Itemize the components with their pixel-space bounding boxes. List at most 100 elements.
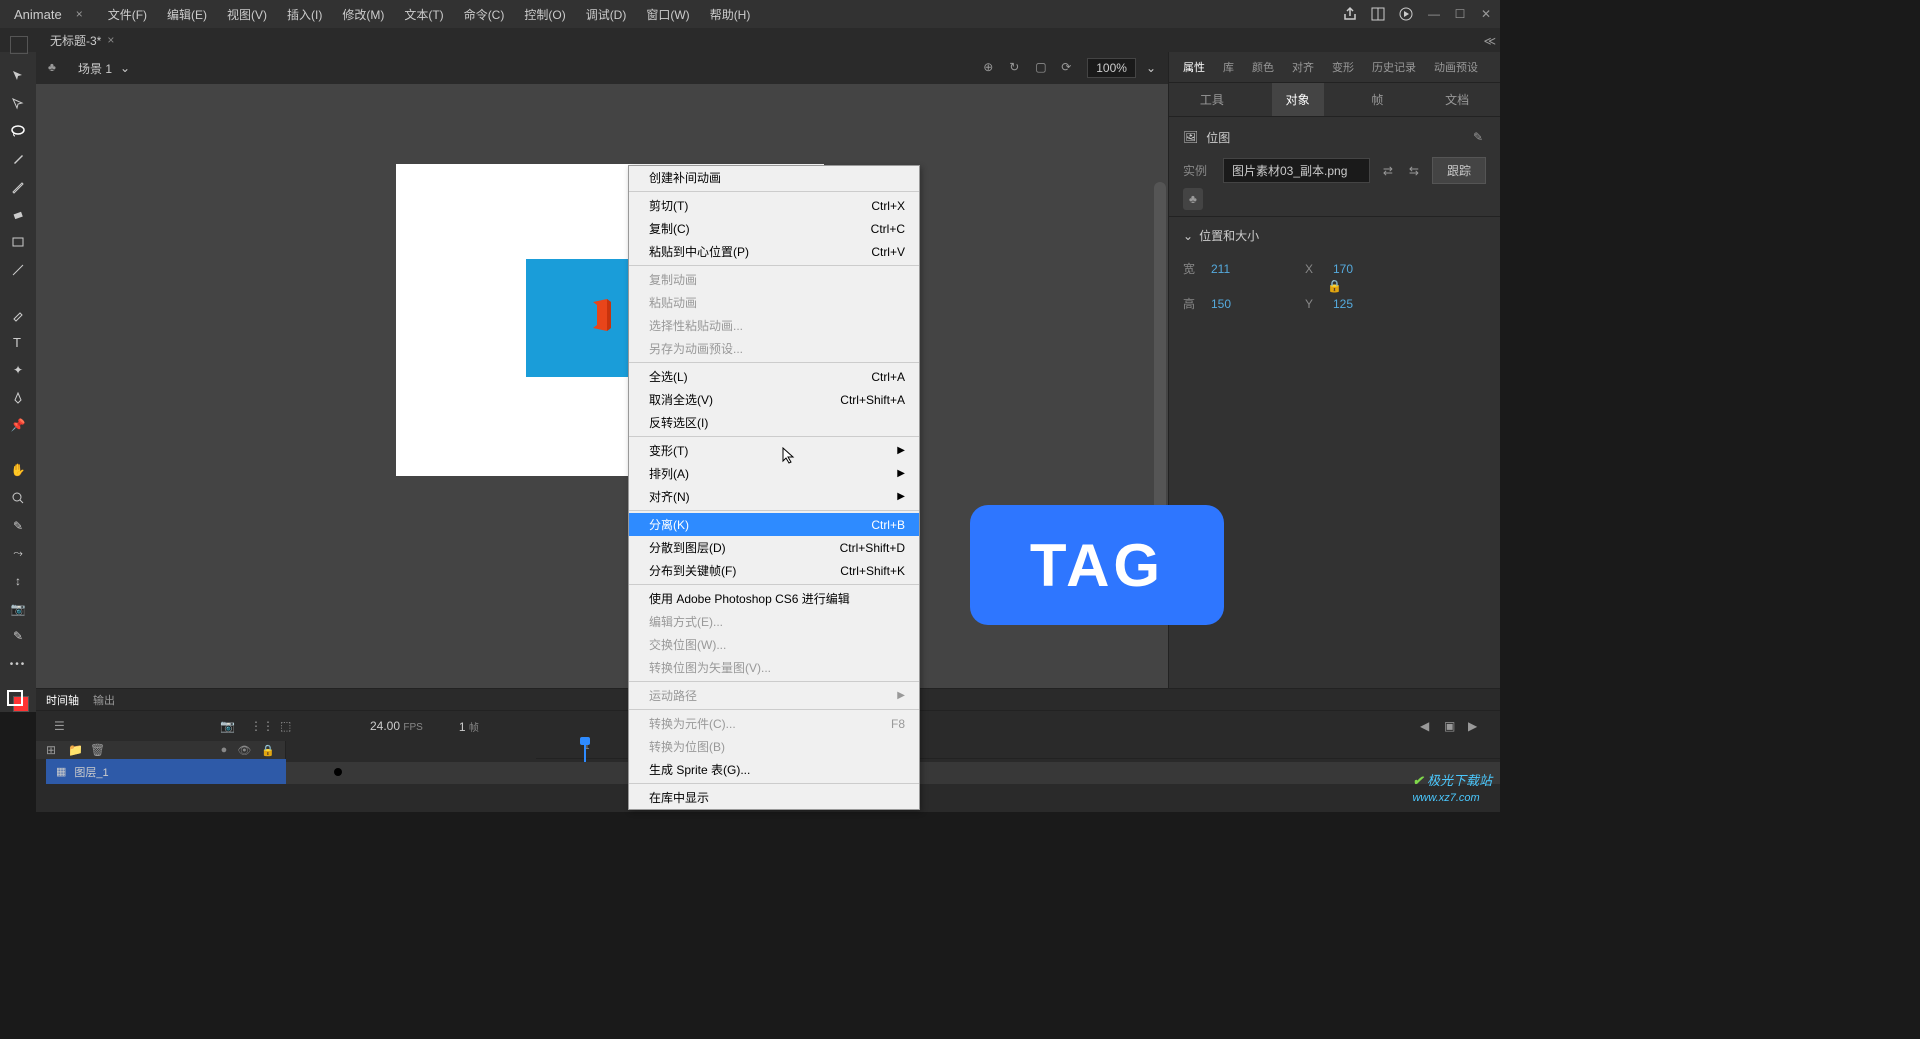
line-tool-icon[interactable] xyxy=(9,262,27,278)
rectangle-tool-icon[interactable] xyxy=(9,234,27,250)
context-menu-item[interactable]: 创建补间动画 xyxy=(629,166,919,189)
menu-view[interactable]: 视图(V) xyxy=(217,0,277,29)
bone-tool-icon[interactable]: ⤳ xyxy=(9,545,27,561)
layer-lock-icon[interactable]: 🔒 xyxy=(261,744,275,757)
more-tools-icon[interactable]: ••• xyxy=(9,656,27,672)
asset-tool-icon[interactable]: ✎ xyxy=(9,629,27,645)
context-menu-item[interactable]: 全选(L)Ctrl+A xyxy=(629,365,919,388)
close-icon[interactable]: ✕ xyxy=(1476,6,1496,22)
paint-tool-icon[interactable]: ✎ xyxy=(9,518,27,534)
subtab-document[interactable]: 文档 xyxy=(1431,83,1483,116)
layer-visibility-icon[interactable]: 👁 xyxy=(237,744,251,757)
context-menu-item[interactable]: 生成 Sprite 表(G)... xyxy=(629,758,919,781)
menu-modify[interactable]: 修改(M) xyxy=(332,0,394,29)
layer-highlight-icon[interactable]: ● xyxy=(221,744,228,757)
add-folder-icon[interactable]: 📁 xyxy=(68,743,82,757)
subtab-frame[interactable]: 帧 xyxy=(1357,83,1397,116)
home-icon[interactable] xyxy=(10,36,28,54)
tab-library[interactable]: 库 xyxy=(1215,56,1242,78)
menu-commands[interactable]: 命令(C) xyxy=(454,0,515,29)
frame-value[interactable]: 1 xyxy=(459,720,466,734)
brush-tool-icon[interactable] xyxy=(9,151,27,167)
tab-timeline[interactable]: 时间轴 xyxy=(46,692,79,708)
y-value[interactable]: 125 xyxy=(1333,297,1373,311)
tab-align[interactable]: 对齐 xyxy=(1284,56,1322,78)
camera-tool-icon[interactable]: 📷 xyxy=(9,601,27,617)
edit-object-icon[interactable]: ✎ xyxy=(1470,127,1486,147)
delete-layer-icon[interactable]: 🗑 xyxy=(90,743,104,757)
width-value[interactable]: 211 xyxy=(1211,262,1251,276)
context-menu-item[interactable]: 变形(T)▶ xyxy=(629,439,919,462)
transform-tool-icon[interactable]: ✦ xyxy=(9,362,27,378)
layer-parent-icon[interactable]: ⬚ xyxy=(280,719,294,733)
keyframe[interactable] xyxy=(334,768,342,776)
zoom-input[interactable]: 100% xyxy=(1087,58,1136,78)
pen-tool-icon[interactable] xyxy=(9,390,27,406)
context-menu-item[interactable]: 剪切(T)Ctrl+X xyxy=(629,194,919,217)
subtab-object[interactable]: 对象 xyxy=(1272,83,1324,116)
workspace-icon[interactable] xyxy=(1366,2,1390,26)
menu-window[interactable]: 窗口(W) xyxy=(636,0,699,29)
context-menu-item[interactable]: 使用 Adobe Photoshop CS6 进行编辑 xyxy=(629,587,919,610)
context-menu-item[interactable]: 粘贴到中心位置(P)Ctrl+V xyxy=(629,240,919,263)
lasso-tool-icon[interactable] xyxy=(9,123,27,139)
panel-collapse-icon[interactable]: ≪ xyxy=(1483,34,1496,48)
layers-icon[interactable]: ☰ xyxy=(54,719,68,733)
layer-depth-icon[interactable]: ⋮⋮ xyxy=(250,719,264,733)
hand-tool-icon[interactable]: ✋ xyxy=(9,462,27,478)
tab-properties[interactable]: 属性 xyxy=(1175,56,1213,78)
context-menu-item[interactable]: 分布到关键帧(F)Ctrl+Shift+K xyxy=(629,559,919,582)
menu-edit[interactable]: 编辑(E) xyxy=(157,0,217,29)
context-menu-item[interactable]: 取消全选(V)Ctrl+Shift+A xyxy=(629,388,919,411)
app-sub-close-icon[interactable]: × xyxy=(76,7,90,21)
add-layer-icon[interactable]: ⊞ xyxy=(46,743,60,757)
tab-history[interactable]: 历史记录 xyxy=(1364,56,1424,78)
context-menu-item[interactable]: 对齐(N)▶ xyxy=(629,485,919,508)
maximize-icon[interactable]: ☐ xyxy=(1450,6,1470,22)
context-menu-item[interactable]: 分散到图层(D)Ctrl+Shift+D xyxy=(629,536,919,559)
menu-file[interactable]: 文件(F) xyxy=(98,0,157,29)
stroke-color-icon[interactable] xyxy=(7,690,23,706)
tab-motion-presets[interactable]: 动画预设 xyxy=(1426,56,1486,78)
share-icon[interactable] xyxy=(1338,2,1362,26)
pin-tool-icon[interactable]: 📌 xyxy=(9,417,27,433)
subtab-tool[interactable]: 工具 xyxy=(1186,83,1238,116)
document-tab[interactable]: 无标题-3* × xyxy=(40,28,124,52)
context-menu-item[interactable]: 在库中显示 xyxy=(629,786,919,809)
text-tool-icon[interactable]: T xyxy=(9,334,27,350)
scene-icon[interactable]: ♣ xyxy=(48,60,64,76)
scene-selector[interactable]: 场景 1 ⌄ xyxy=(78,60,130,77)
next-keyframe-icon[interactable]: ▶ xyxy=(1468,719,1482,733)
eraser-tool-icon[interactable] xyxy=(9,206,27,222)
layer-item[interactable]: ▦ 图层_1 xyxy=(46,759,286,784)
prev-keyframe-icon[interactable]: ◀ xyxy=(1420,719,1434,733)
subselection-tool-icon[interactable] xyxy=(9,96,27,112)
tab-color[interactable]: 颜色 xyxy=(1244,56,1282,78)
context-menu-item[interactable]: 复制(C)Ctrl+C xyxy=(629,217,919,240)
pencil-tool-icon[interactable] xyxy=(9,179,27,195)
zoom-tool-icon[interactable] xyxy=(9,490,27,506)
club-icon[interactable]: ♣ xyxy=(1183,188,1203,210)
rotate-stage-icon[interactable]: ↻ xyxy=(1009,60,1025,76)
tab-output[interactable]: 输出 xyxy=(93,692,115,708)
x-value[interactable]: 170 xyxy=(1333,262,1373,276)
swap-instance-icon[interactable]: ⇄ xyxy=(1380,161,1396,181)
layer-name[interactable]: 图层_1 xyxy=(74,764,108,780)
context-menu-item[interactable]: 排列(A)▶ xyxy=(629,462,919,485)
color-swatches[interactable] xyxy=(7,690,29,712)
menu-text[interactable]: 文本(T) xyxy=(394,0,453,29)
track-button[interactable]: 跟踪 xyxy=(1432,157,1486,184)
zoom-chevron-icon[interactable]: ⌄ xyxy=(1146,61,1156,75)
context-menu-item[interactable]: 反转选区(I) xyxy=(629,411,919,434)
selection-tool-icon[interactable] xyxy=(9,68,27,84)
menu-control[interactable]: 控制(O) xyxy=(514,0,575,29)
width-tool-icon[interactable]: ↕ xyxy=(9,573,27,589)
position-size-header[interactable]: ⌄ 位置和大小 xyxy=(1183,227,1486,244)
play-icon[interactable] xyxy=(1394,2,1418,26)
document-tab-close-icon[interactable]: × xyxy=(107,33,114,47)
fps-value[interactable]: 24.00 xyxy=(370,719,400,733)
clip-stage-icon[interactable]: ▢ xyxy=(1035,60,1051,76)
swap2-icon[interactable]: ⇆ xyxy=(1406,161,1422,181)
height-value[interactable]: 150 xyxy=(1211,297,1251,311)
menu-debug[interactable]: 调试(D) xyxy=(576,0,637,29)
